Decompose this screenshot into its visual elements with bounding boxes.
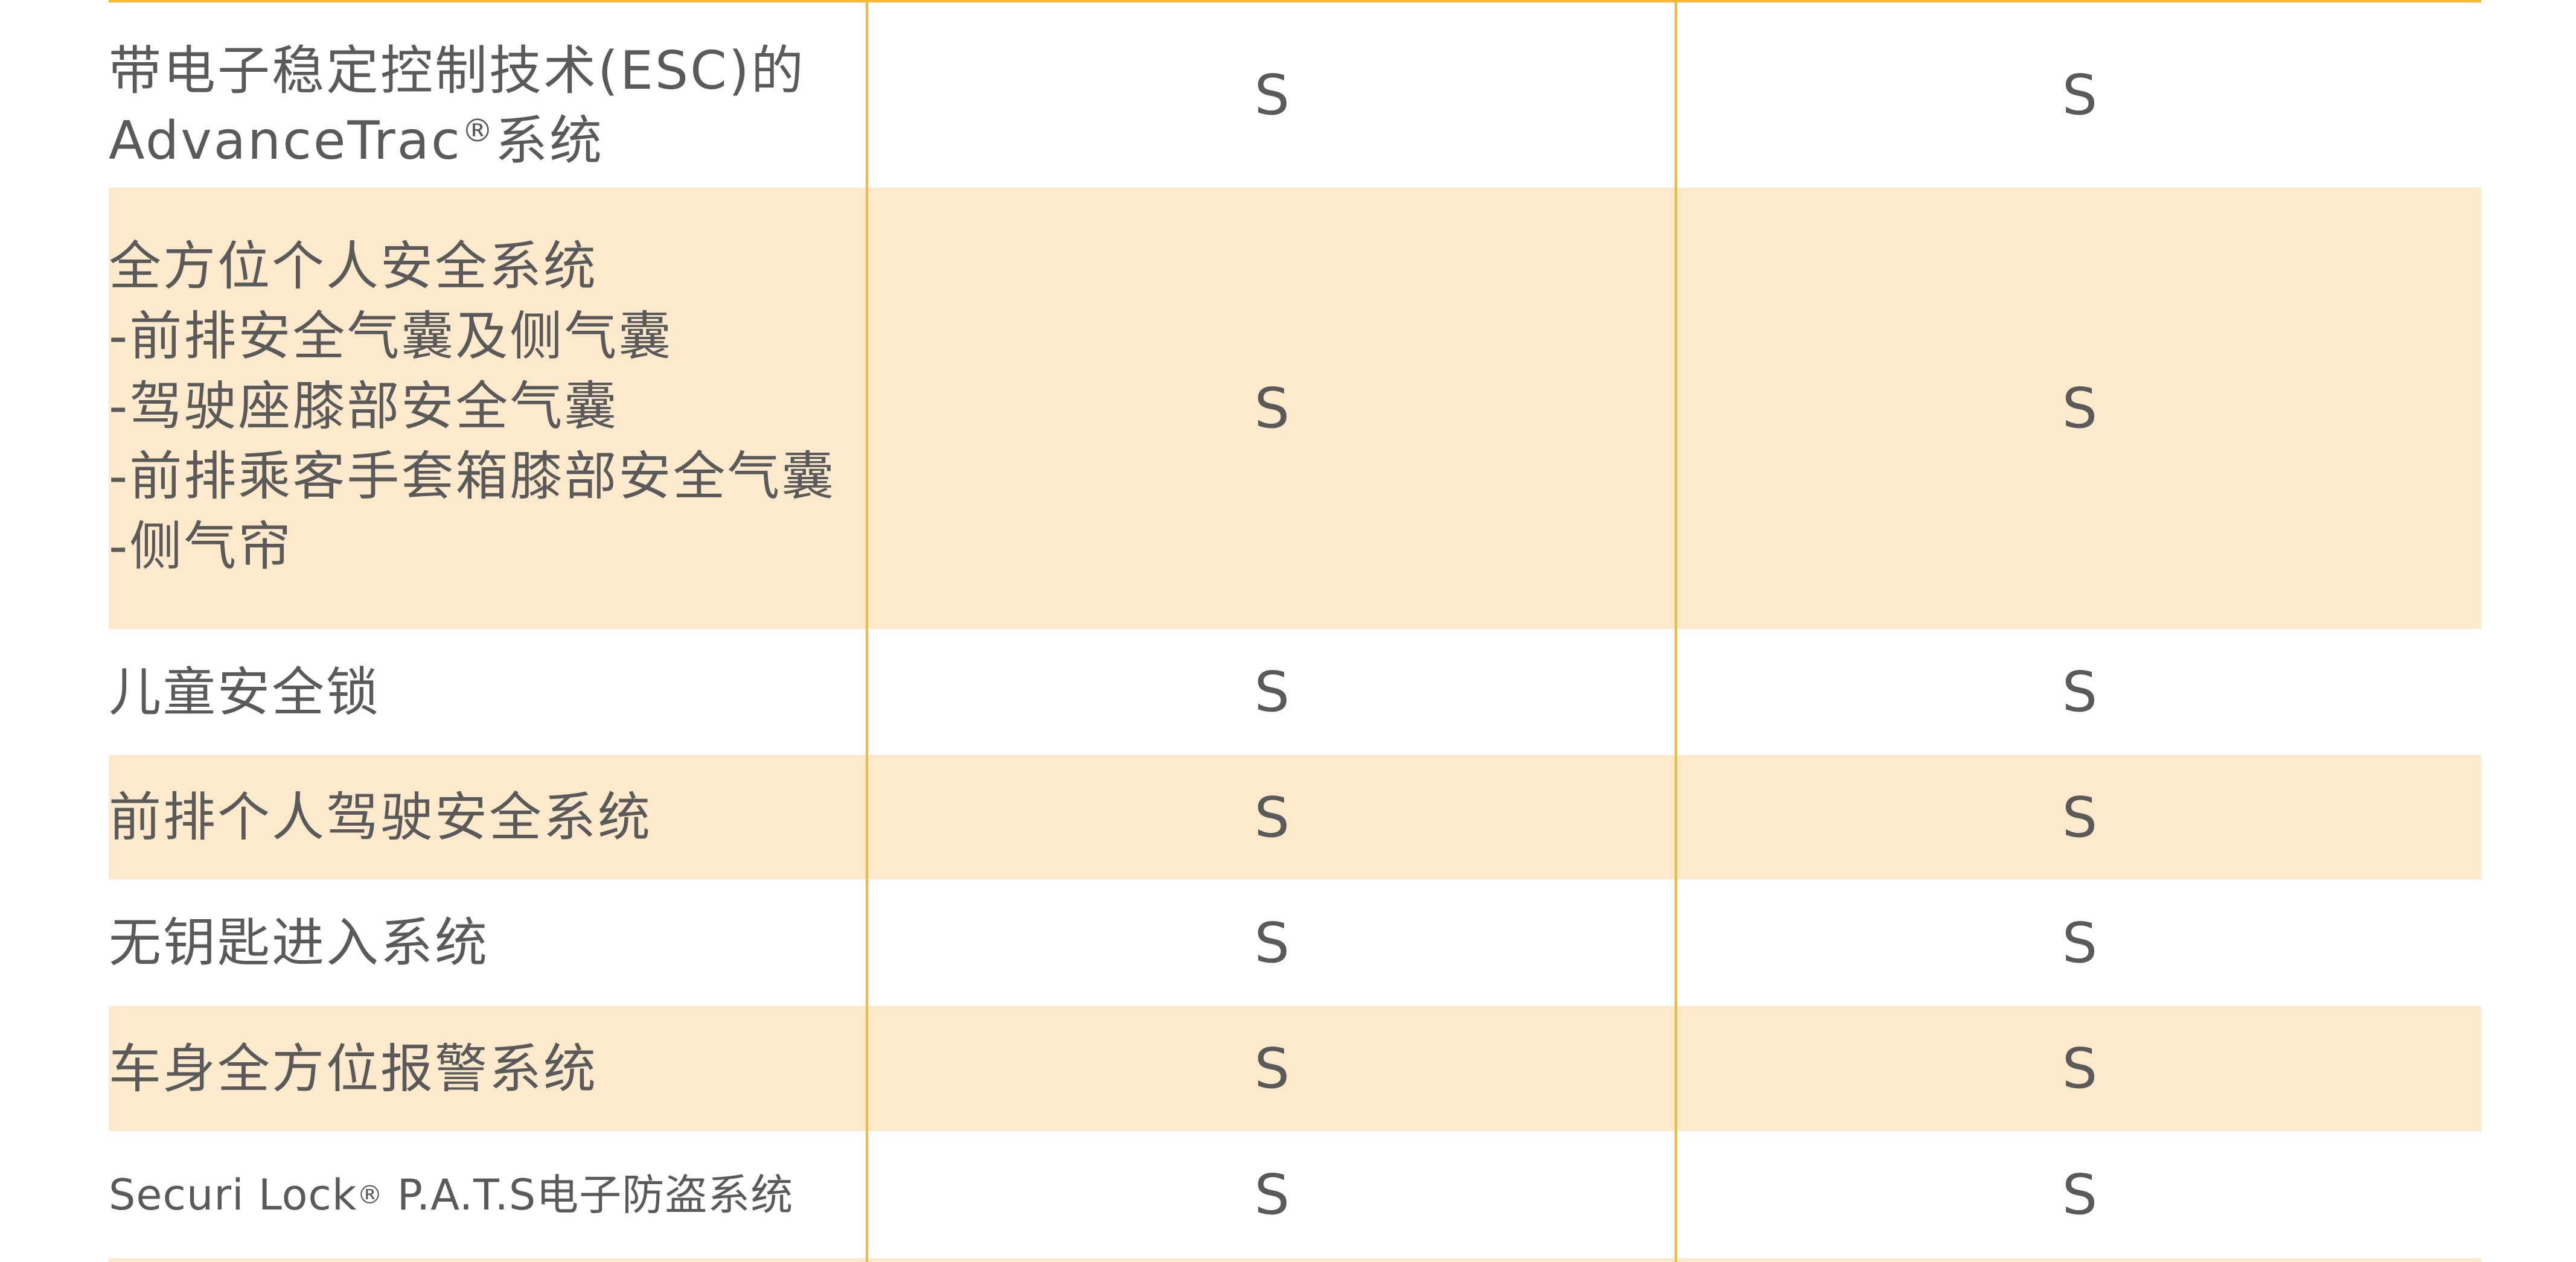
value-cell-col2: S	[2062, 63, 2098, 127]
registered-mark: ®	[461, 113, 495, 150]
table-row: 车身全方位报警系统 S S	[109, 1006, 2481, 1131]
table-row: 全方位个人安全系统 -前排安全气囊及侧气囊 -驾驶座膝部安全气囊 -前排乘客手套…	[109, 188, 2481, 629]
feature-line: -前排安全气囊及侧气囊	[109, 305, 673, 367]
table-row: 带电子稳定控制技术(ESC)的 AdvanceTrac®系统 S S	[109, 2, 2481, 188]
feature-cell: 全方位个人安全系统 -前排安全气囊及侧气囊 -驾驶座膝部安全气囊 -前排乘客手套…	[109, 188, 863, 629]
feature-line: -侧气帘	[109, 515, 293, 577]
feature-suffix: 系统	[494, 110, 604, 171]
table-row: 儿童安全锁 S S	[109, 629, 2481, 755]
table-row-partial	[109, 1258, 2481, 1262]
value-cell-col1: S	[1254, 910, 1290, 975]
feature-cell: 带电子稳定控制技术(ESC)的 AdvanceTrac®系统	[109, 2, 863, 188]
value-cell-col1: S	[1254, 785, 1290, 850]
feature-cell: Securi Lock ® P.A.T.S电子防盗系统	[109, 1131, 863, 1258]
feature-line: AdvanceTrac®系统	[109, 106, 805, 176]
value-cell-col1: S	[1254, 376, 1290, 441]
feature-name: AdvanceTrac	[109, 110, 462, 171]
feature-line: -驾驶座膝部安全气囊	[109, 375, 619, 437]
table-row: 无钥匙进入系统 S S	[109, 879, 2481, 1006]
value-cell-col2: S	[2062, 785, 2098, 850]
value-cell-col2: S	[2062, 660, 2098, 724]
spec-table: 带电子稳定控制技术(ESC)的 AdvanceTrac®系统 S S 全方位个人…	[0, 0, 2576, 1262]
value-cell-col1: S	[1254, 660, 1290, 724]
feature-cell: 无钥匙进入系统	[109, 912, 489, 974]
feature-name: Securi Lock	[109, 1170, 357, 1220]
table-row: 前排个人驾驶安全系统 S S	[109, 755, 2481, 879]
feature-suffix: P.A.T.S电子防盗系统	[383, 1170, 794, 1220]
value-cell-col2: S	[2062, 910, 2098, 975]
feature-line: -前排乘客手套箱膝部安全气囊	[109, 445, 836, 507]
column-divider	[1675, 0, 1677, 1262]
value-cell-col2: S	[2062, 376, 2098, 441]
value-cell-col1: S	[1254, 63, 1290, 127]
feature-line: 全方位个人安全系统	[109, 235, 598, 297]
value-cell-col1: S	[1254, 1036, 1290, 1101]
table-row: Securi Lock ® P.A.T.S电子防盗系统 S S	[109, 1131, 2481, 1258]
feature-cell: 车身全方位报警系统	[109, 1037, 598, 1100]
feature-cell: 前排个人驾驶安全系统	[109, 786, 652, 848]
value-cell-col1: S	[1254, 1162, 1290, 1227]
feature-line: 带电子稳定控制技术(ESC)的	[109, 40, 805, 101]
column-divider	[866, 0, 868, 1262]
feature-cell: 儿童安全锁	[109, 661, 380, 723]
value-cell-col2: S	[2062, 1162, 2098, 1227]
value-cell-col2: S	[2062, 1036, 2098, 1101]
